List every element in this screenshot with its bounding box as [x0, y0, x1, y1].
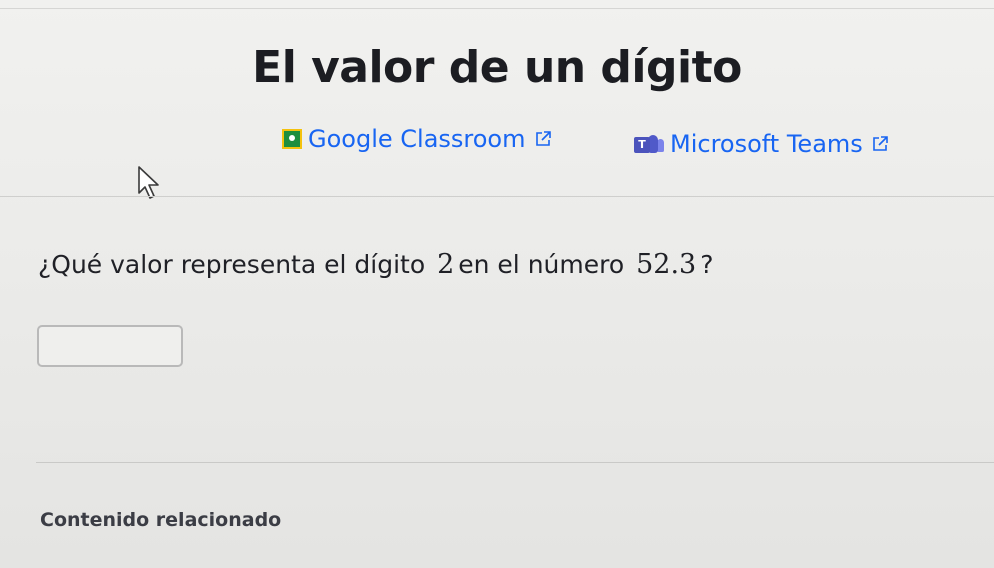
question-middle: en el número — [458, 250, 625, 279]
section-divider — [36, 462, 994, 463]
external-link-icon — [535, 131, 551, 146]
question-digit: 2 — [437, 249, 455, 280]
question-prefix: ¿Qué valor representa el dígito — [38, 250, 426, 279]
question-suffix: ? — [700, 250, 714, 279]
google-classroom-icon — [282, 129, 302, 149]
related-content-heading: Contenido relacionado — [40, 509, 282, 531]
google-classroom-share-link[interactable]: Google Classroom — [282, 125, 552, 153]
external-link-icon — [872, 136, 888, 151]
microsoft-teams-icon: T — [634, 133, 664, 155]
microsoft-teams-label: Microsoft Teams — [670, 130, 863, 158]
question-text: ¿Qué valor representa el dígito 2 en el n… — [38, 249, 714, 280]
answer-input[interactable] — [37, 325, 183, 367]
microsoft-teams-share-link[interactable]: T Microsoft Teams — [634, 130, 889, 158]
header-divider — [0, 196, 994, 197]
question-number: 52.3 — [636, 249, 697, 280]
google-classroom-label: Google Classroom — [308, 125, 526, 153]
page-title: El valor de un dígito — [252, 42, 742, 93]
